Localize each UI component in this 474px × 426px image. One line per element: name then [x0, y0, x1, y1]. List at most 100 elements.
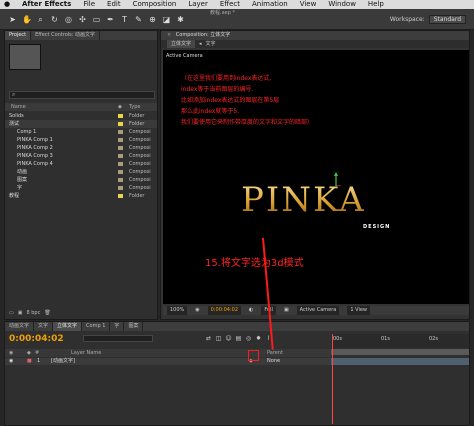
menu-help[interactable]: Help	[368, 0, 384, 9]
current-time-indicator[interactable]	[332, 334, 333, 424]
label-swatch-icon[interactable]: ■	[27, 358, 32, 365]
list-item[interactable]: 测试 Folder	[5, 120, 157, 128]
label-color-swatch[interactable]	[118, 194, 123, 198]
pen-tool-icon[interactable]: ✒	[106, 15, 115, 24]
list-item[interactable]: PINKA Comp 1 Composi	[5, 136, 157, 144]
workspace-select[interactable]: Standard	[428, 15, 466, 24]
clone-tool-icon[interactable]: ⊕	[148, 15, 157, 24]
av-features-icon[interactable]: ◉	[9, 349, 13, 357]
comp-breadcrumb: 立体文字 ◂ 文字	[161, 40, 469, 48]
label-color-swatch[interactable]	[118, 146, 123, 150]
menu-composition[interactable]: Composition	[133, 0, 177, 9]
menu-layer[interactable]: Layer	[188, 0, 208, 9]
list-item[interactable]: 字 Composi	[5, 184, 157, 192]
tab-3d-text[interactable]: 立体文字	[53, 322, 83, 331]
list-item[interactable]: Comp 1 Composi	[5, 128, 157, 136]
label-color-swatch[interactable]	[118, 154, 123, 158]
apple-icon[interactable]: ●	[4, 0, 12, 9]
table-row[interactable]: ◉ ■ 1 [动画文字] ◈ None	[5, 358, 331, 365]
magnification-select[interactable]: 100%	[167, 306, 188, 315]
zoom-tool-icon[interactable]: ⌕	[36, 15, 45, 24]
bpc-toggle[interactable]: 8 bpc	[26, 310, 40, 316]
breadcrumb-item-3d-text[interactable]: 立体文字	[167, 40, 196, 48]
motion-blur-icon[interactable]: ◎	[245, 335, 252, 342]
brush-tool-icon[interactable]: ✎	[134, 15, 143, 24]
project-search-input[interactable]: ⌕	[9, 91, 155, 99]
col-name[interactable]: Name	[11, 103, 26, 111]
parent-select[interactable]: None	[267, 358, 280, 365]
app-menu[interactable]: After Effects	[22, 0, 71, 9]
col-parent[interactable]: Parent	[267, 349, 283, 357]
list-item[interactable]: PINKA Comp 2 Composi	[5, 144, 157, 152]
region-of-interest-icon[interactable]: ▣	[284, 306, 289, 315]
menu-view[interactable]: View	[300, 0, 317, 9]
list-item[interactable]: 图案 Composi	[5, 176, 157, 184]
comp-timecode[interactable]: 0:00:04:02	[207, 306, 241, 315]
menu-animation[interactable]: Animation	[252, 0, 288, 9]
label-color-swatch[interactable]	[118, 178, 123, 182]
label-col-icon[interactable]: ◆	[118, 103, 122, 111]
menu-effect[interactable]: Effect	[220, 0, 240, 9]
new-comp-icon[interactable]: ▣	[18, 310, 23, 316]
comp-viewer[interactable]: Active Camera （在这里我们要用到index表达式, index等于…	[163, 50, 469, 304]
visibility-icon[interactable]: ◉	[9, 358, 13, 365]
label-color-swatch[interactable]	[118, 170, 123, 174]
hand-tool-icon[interactable]: ✋	[22, 15, 32, 24]
menu-edit[interactable]: Edit	[107, 0, 121, 9]
draft-3d-icon[interactable]: ◫	[215, 335, 222, 342]
rotate-tool-icon[interactable]: ↻	[50, 15, 59, 24]
timeline-search-input[interactable]	[83, 335, 153, 342]
work-area-bar[interactable]	[331, 349, 469, 355]
tab-text[interactable]: 文字	[34, 322, 54, 331]
label-color-swatch[interactable]	[118, 130, 123, 134]
time-ruler[interactable]: 00s 01s 02s	[331, 334, 469, 348]
label-color-swatch[interactable]	[118, 138, 123, 142]
tab-animated-text[interactable]: 动画文字	[5, 322, 35, 331]
pan-behind-tool-icon[interactable]: ✣	[78, 15, 87, 24]
list-item[interactable]: 教程 Folder	[5, 192, 157, 200]
tab-project[interactable]: Project	[5, 31, 32, 40]
trash-icon[interactable]: 🗑	[44, 310, 50, 316]
menu-file[interactable]: File	[83, 0, 95, 9]
label-color-swatch[interactable]	[118, 162, 123, 166]
list-item[interactable]: PINKA Comp 4 Composi	[5, 160, 157, 168]
type-tool-icon[interactable]: T	[120, 15, 129, 24]
annotation-line: 比如添加index表达式的图层在第5层	[181, 97, 280, 104]
current-time-display[interactable]: 0:00:04:02	[9, 334, 64, 344]
puppet-tool-icon[interactable]: ✱	[176, 15, 185, 24]
rectangle-tool-icon[interactable]: ▭	[92, 15, 101, 24]
menu-window[interactable]: Window	[328, 0, 356, 9]
view-layout-select[interactable]: 1 View	[347, 306, 370, 315]
tab-composition[interactable]: Composition: 立体文字	[176, 32, 231, 38]
tab-effect-controls[interactable]: Effect Controls: 动画文字	[31, 31, 101, 40]
col-layer-name[interactable]: Layer Name	[71, 349, 101, 357]
label-color-swatch[interactable]	[118, 122, 123, 126]
layer-duration-bar[interactable]	[331, 358, 469, 365]
shy-icon[interactable]: ☺	[225, 335, 232, 342]
col-type[interactable]: Type	[129, 103, 140, 111]
label-color-swatch[interactable]	[118, 114, 123, 118]
tab-character[interactable]: 字	[110, 322, 125, 331]
label-color-swatch[interactable]	[118, 186, 123, 190]
item-name: 教程	[9, 193, 20, 199]
brainstorm-icon[interactable]: ✸	[255, 335, 262, 342]
breadcrumb-item-text[interactable]: 文字	[206, 40, 216, 48]
tab-pattern[interactable]: 图案	[124, 322, 144, 331]
tab-comp-1[interactable]: Comp 1	[82, 322, 111, 331]
camera-tool-icon[interactable]: ◎	[64, 15, 73, 24]
frame-blending-icon[interactable]: ▤	[235, 335, 242, 342]
list-item[interactable]: Solids Folder	[5, 112, 157, 120]
camera-snapshot-icon[interactable]: ◉	[195, 306, 199, 315]
list-item[interactable]: PINKA Comp 3 Composi	[5, 152, 157, 160]
layer-name[interactable]: [动画文字]	[51, 358, 75, 365]
3d-view-select[interactable]: Active Camera	[296, 306, 340, 315]
label-icon[interactable]: ◆	[27, 349, 31, 357]
comp-mini-flowchart-icon[interactable]: ⇄	[205, 335, 212, 342]
number-icon[interactable]: #	[35, 349, 39, 357]
new-folder-icon[interactable]: ▭	[9, 310, 14, 316]
show-channel-icon[interactable]: ◐	[249, 306, 253, 315]
list-item[interactable]: 动画 Composi	[5, 168, 157, 176]
close-icon[interactable]: ×	[167, 32, 171, 38]
eraser-tool-icon[interactable]: ◪	[162, 15, 171, 24]
selection-tool-icon[interactable]: ➤	[8, 15, 17, 24]
